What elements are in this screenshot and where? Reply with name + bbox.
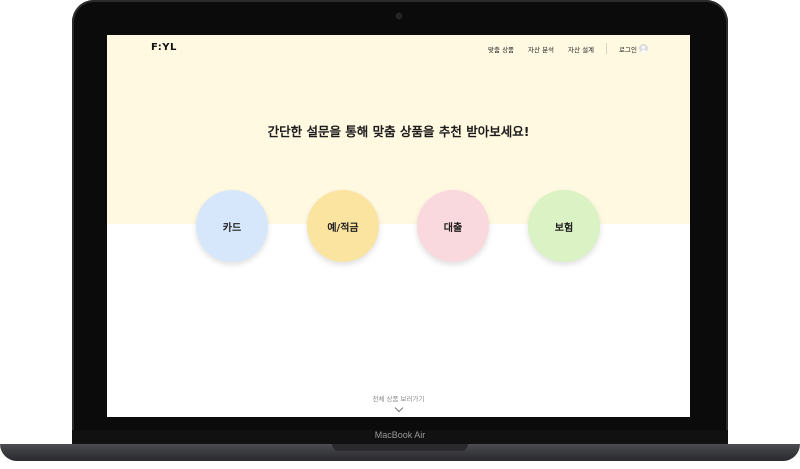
hero-headline: 간단한 설문을 통해 맞춤 상품을 추천 받아보세요!: [267, 124, 530, 139]
user-avatar-icon: [639, 44, 648, 53]
nav-links: 맞춤 상품 자산 분석 자산 설계 로그인: [474, 43, 648, 54]
category-savings-button[interactable]: 예/적금: [307, 190, 379, 262]
view-all-label: 전체 상품 보러가기: [372, 395, 425, 403]
webcam: [396, 13, 402, 19]
view-all-products-link[interactable]: 전체 상품 보러가기: [107, 393, 690, 413]
nav-divider: [606, 43, 608, 54]
nav-link-asset-planning[interactable]: 자산 설계: [568, 44, 594, 54]
model-label: MacBook Air: [374, 430, 426, 440]
chevron-down-icon[interactable]: [394, 403, 403, 413]
category-loan-button[interactable]: 대출: [417, 190, 489, 262]
top-nav: F:YL 맞춤 상품 자산 분석 자산 설계 로그인: [107, 35, 690, 61]
base-notch: [332, 444, 468, 451]
nav-link-asset-analysis[interactable]: 자산 분석: [528, 44, 554, 54]
nav-link-custom-products[interactable]: 맞춤 상품: [488, 44, 514, 54]
login-label: 로그인: [619, 45, 637, 54]
category-card-button[interactable]: 카드: [196, 190, 268, 262]
category-insurance-button[interactable]: 보험: [528, 190, 600, 262]
browser-screen: F:YL 맞춤 상품 자산 분석 자산 설계 로그인 간단한 설문을 통해 맞춤…: [107, 35, 690, 417]
login-button[interactable]: 로그인: [619, 44, 648, 54]
site-logo[interactable]: F:YL: [151, 42, 177, 53]
